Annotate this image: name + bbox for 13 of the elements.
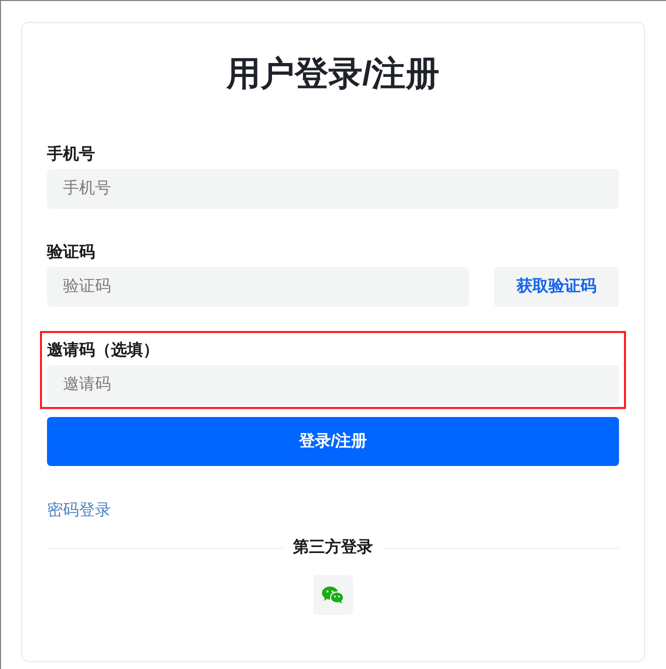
password-login-link[interactable]: 密码登录 bbox=[47, 502, 111, 519]
wechat-login-button[interactable] bbox=[313, 575, 353, 615]
field-label: 手机号 bbox=[47, 144, 96, 165]
input-field[interactable]: 手机号 bbox=[47, 169, 619, 209]
field-label: 验证码 bbox=[47, 242, 96, 263]
get-code-button[interactable]: 获取验证码 bbox=[494, 267, 619, 307]
section-heading: 第三方登录 bbox=[293, 537, 373, 558]
login-register-button[interactable]: 登录/注册 bbox=[47, 417, 619, 466]
input-field[interactable]: 邀请码 bbox=[47, 365, 619, 405]
page-title: 用户登录/注册 bbox=[225, 54, 441, 95]
input-field[interactable]: 验证码 bbox=[47, 267, 469, 307]
chat-bubbles-icon bbox=[322, 586, 344, 604]
field-label: 邀请码（选填） bbox=[47, 340, 160, 361]
